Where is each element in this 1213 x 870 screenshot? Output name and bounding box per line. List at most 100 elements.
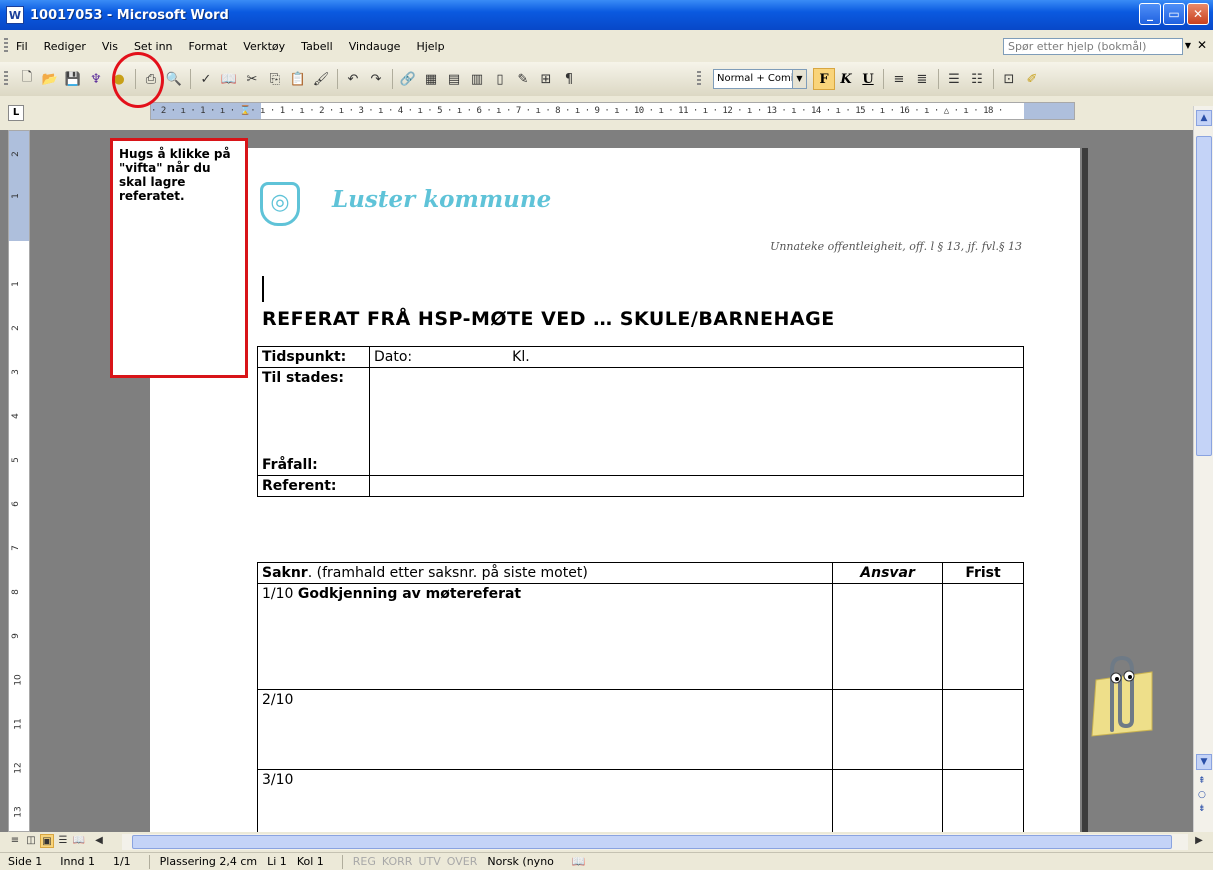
next-page-icon[interactable]: ⇟ — [1198, 804, 1206, 814]
previous-page-icon[interactable]: ⇞ — [1198, 776, 1206, 786]
attendance-cell[interactable] — [369, 367, 1024, 476]
tables-borders-icon[interactable]: ▦ — [420, 68, 442, 90]
menu-verktoy[interactable]: Verktøy — [243, 40, 285, 53]
horizontal-ruler[interactable]: · 2 · ı · 1 · ı · ⌛· ı · 1 · ı · 2 · ı ·… — [150, 102, 1075, 120]
highlight-icon[interactable]: ✐ — [1021, 68, 1043, 90]
tab-selector[interactable]: L — [8, 105, 24, 121]
frist-cell[interactable] — [942, 769, 1024, 832]
table-row[interactable]: 1/10 Godkjenning av møtereferat — [256, 583, 1024, 690]
agenda-table[interactable]: Saknr. (framhald etter saksnr. på siste … — [256, 562, 1024, 832]
word-app-icon[interactable]: W — [6, 6, 24, 24]
research-icon[interactable]: 📖 — [218, 68, 240, 90]
agenda-cell[interactable]: 3/10 — [256, 769, 834, 832]
outline-view-icon[interactable]: ☰ — [56, 834, 70, 848]
office-assistant-icon[interactable] — [1082, 650, 1154, 740]
normal-view-icon[interactable]: ≡ — [8, 834, 22, 848]
menu-tabell[interactable]: Tabell — [301, 40, 333, 53]
italic-button[interactable]: K — [835, 68, 857, 90]
status-position: Plassering 2,4 cm — [159, 855, 258, 868]
menu-grip[interactable] — [4, 38, 8, 54]
browse-object-icon[interactable]: ○ — [1198, 790, 1206, 800]
table-row[interactable]: 2/10 — [256, 689, 1024, 770]
undo-icon[interactable]: ↶ — [342, 68, 364, 90]
align-center-icon[interactable]: ≡ — [888, 68, 910, 90]
drawing-icon[interactable]: ✎ — [512, 68, 534, 90]
paste-icon[interactable]: 📋 — [287, 68, 309, 90]
menu-vindauge[interactable]: Vindauge — [349, 40, 401, 53]
print-preview-icon[interactable]: 🔍 — [163, 68, 185, 90]
org-name: Luster kommune — [332, 186, 552, 213]
ruler-bar: L · 2 · ı · 1 · ı · ⌛· ı · 1 · ı · 2 · ı… — [0, 96, 1213, 130]
maximize-button[interactable]: ▭ — [1163, 3, 1185, 25]
toolbar-grip[interactable] — [4, 71, 8, 87]
referent-cell[interactable] — [369, 475, 1024, 497]
vertical-ruler[interactable]: 2 1 1 2 3 4 5 6 7 8 9 10 11 12 13 — [8, 130, 30, 832]
luster-logo-icon: ◎ — [260, 182, 300, 226]
scroll-up-icon[interactable]: ▲ — [1196, 110, 1212, 126]
ansvar-cell[interactable] — [832, 769, 944, 832]
horizontal-scrollbar[interactable] — [122, 834, 1188, 850]
format-painter-icon[interactable]: 🖌 — [310, 68, 332, 90]
fan-save-icon[interactable]: ♆ — [85, 68, 107, 90]
menu-hjelp[interactable]: Hjelp — [416, 40, 444, 53]
menu-vis[interactable]: Vis — [102, 40, 118, 53]
show-formatting-icon[interactable]: ¶ — [558, 68, 580, 90]
ansvar-cell[interactable] — [832, 583, 944, 690]
horizontal-scroll-thumb[interactable] — [132, 835, 1172, 849]
save-icon[interactable]: 💾 — [62, 68, 84, 90]
justify-icon[interactable]: ≣ — [911, 68, 933, 90]
format-toolbar-grip[interactable] — [697, 71, 701, 87]
web-view-icon[interactable]: ◫ — [24, 834, 38, 848]
agenda-cell[interactable]: 1/10 Godkjenning av møtereferat — [256, 583, 834, 690]
copy-icon[interactable]: ⎘ — [264, 68, 286, 90]
vertical-scroll-thumb[interactable] — [1196, 136, 1212, 456]
ansvar-cell[interactable] — [832, 689, 944, 770]
status-track[interactable]: KORR — [382, 855, 413, 868]
menu-set-inn[interactable]: Set inn — [134, 40, 173, 53]
scroll-left-icon[interactable]: ◀ — [92, 834, 106, 848]
columns-icon[interactable]: ▯ — [489, 68, 511, 90]
help-dropdown-icon[interactable]: ▼ — [1185, 41, 1191, 50]
minimize-button[interactable]: _ — [1139, 3, 1161, 25]
menu-rediger[interactable]: Rediger — [44, 40, 86, 53]
table-row[interactable]: 3/10 — [256, 769, 1024, 832]
cut-icon[interactable]: ✂ — [241, 68, 263, 90]
document-page[interactable]: ◎ Luster kommune Unnateke offentleigheit… — [150, 148, 1080, 832]
menu-fil[interactable]: Fil — [16, 40, 28, 53]
style-dropdown-icon[interactable]: ▼ — [793, 69, 807, 89]
insert-table-icon[interactable]: ▤ — [443, 68, 465, 90]
status-extend[interactable]: UTV — [418, 855, 440, 868]
help-search-input[interactable]: Spør etter hjelp (bokmål) — [1003, 38, 1183, 55]
scroll-right-icon[interactable]: ▶ — [1192, 834, 1206, 848]
bold-button[interactable]: F — [813, 68, 835, 90]
agenda-cell[interactable]: 2/10 — [256, 689, 834, 770]
redo-icon[interactable]: ↷ — [365, 68, 387, 90]
status-rec[interactable]: REG — [353, 855, 376, 868]
meta-table[interactable]: Tidspunkt: Dato: Kl. Til stades: Fråfall:… — [257, 346, 1024, 497]
close-button[interactable]: ✕ — [1187, 3, 1209, 25]
status-language[interactable]: Norsk (nyno — [487, 855, 554, 868]
print-layout-icon[interactable]: ▣ — [40, 834, 54, 848]
document-map-icon[interactable]: ⊞ — [535, 68, 557, 90]
scroll-down-icon[interactable]: ▼ — [1196, 754, 1212, 770]
menu-format[interactable]: Format — [189, 40, 228, 53]
status-overtype[interactable]: OVER — [447, 855, 478, 868]
insert-excel-icon[interactable]: ▥ — [466, 68, 488, 90]
hyperlink-icon[interactable]: 🔗 — [397, 68, 419, 90]
frist-cell[interactable] — [942, 689, 1024, 770]
frist-cell[interactable] — [942, 583, 1024, 690]
style-select[interactable]: Normal + Comic — [713, 69, 793, 89]
numbering-icon[interactable]: ☰ — [943, 68, 965, 90]
underline-button[interactable]: U — [857, 68, 879, 90]
document-close-icon[interactable]: ✕ — [1197, 38, 1207, 52]
spelling-icon[interactable]: ✓ — [195, 68, 217, 90]
bullets-icon[interactable]: ☷ — [966, 68, 988, 90]
vertical-scrollbar[interactable]: ▲ ▼ ⇞ ○ ⇟ — [1193, 106, 1213, 832]
borders-icon[interactable]: ⊡ — [998, 68, 1020, 90]
spelling-status-icon[interactable]: 📖 — [572, 855, 586, 868]
new-document-icon[interactable]: 🗋 — [16, 68, 38, 90]
tidspunkt-cell[interactable]: Dato: Kl. — [369, 346, 1024, 368]
reading-view-icon[interactable]: 📖 — [72, 834, 86, 848]
open-folder-icon[interactable]: 📂 — [39, 68, 61, 90]
status-line: Li 1 — [267, 855, 287, 868]
